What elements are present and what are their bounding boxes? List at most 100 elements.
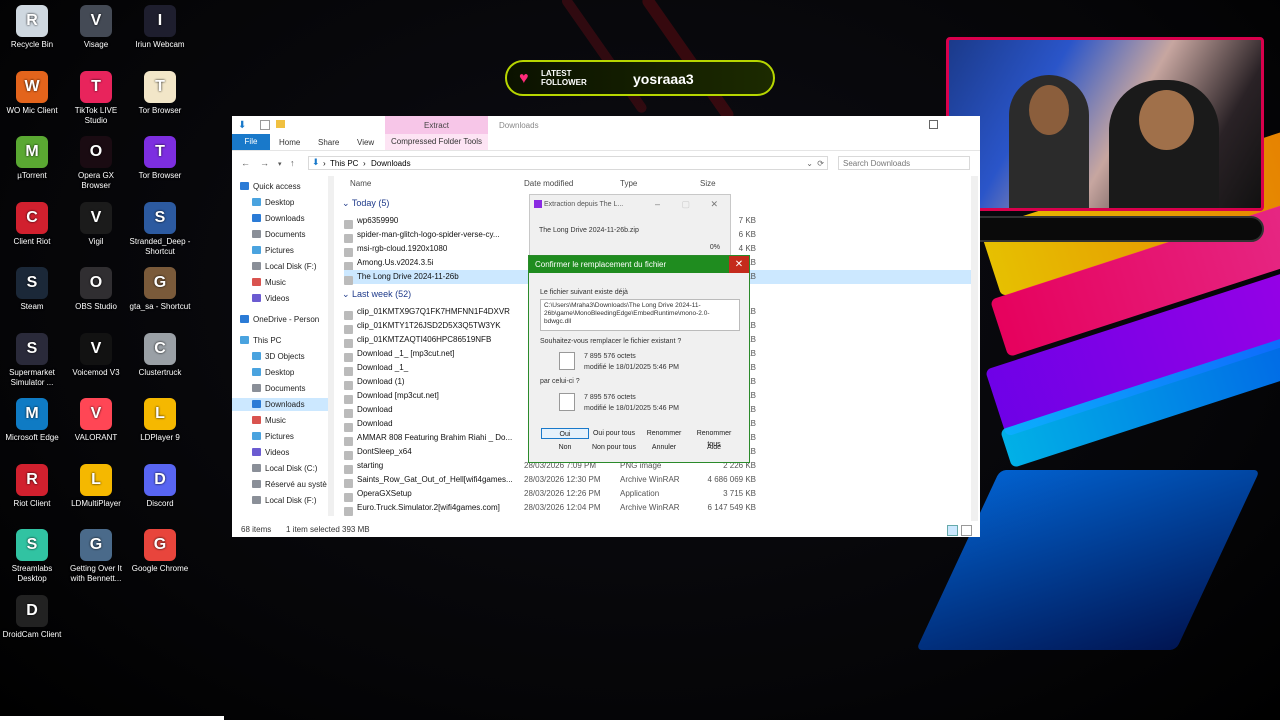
extraction-progress-dialog[interactable]: Extraction depuis The L... – ▢ ✕ The Lon… (529, 194, 731, 264)
ldplayer-icon: L (144, 398, 176, 430)
title-bar[interactable]: ⬇ Extract Downloads (232, 116, 980, 134)
desktop-icon-obs[interactable]: O OBS Studio (64, 267, 128, 312)
yes-button[interactable]: Oui (541, 428, 589, 439)
maximize-icon[interactable]: ▢ (681, 199, 690, 210)
nav-item-local-disk-f[interactable]: Local Disk (F:) (232, 494, 328, 507)
rename-all-button[interactable]: Renommer tous (690, 428, 738, 448)
up-arrow-icon[interactable]: ↑ (290, 158, 295, 168)
desktop-icon-vigil[interactable]: V Vigil (64, 201, 128, 247)
address-dropdown-icon[interactable]: ⌄ (806, 159, 813, 168)
nav-item-music[interactable]: Music (232, 414, 328, 427)
desktop-icon-discord[interactable]: D Discord (128, 463, 192, 509)
confirm-dialog-close-button[interactable]: ✕ (729, 256, 749, 273)
desktop-icon-ldplayer[interactable]: L LDPlayer 9 (128, 398, 192, 443)
desktop-icon-valorant[interactable]: V VALORANT (64, 398, 128, 443)
navigation-pane-scrollbar[interactable] (328, 176, 334, 516)
desktop-icon-tiktok[interactable]: T TikTok LIVE Studio (64, 70, 128, 126)
desktop-icon-tor[interactable]: T Tor Browser (128, 70, 192, 116)
nav-item-onedrive-person[interactable]: OneDrive - Person (232, 313, 328, 326)
large-icons-view-icon[interactable] (961, 525, 972, 536)
file-row[interactable]: OperaGXSetup 28/03/2026 12:26 PM Applicati… (344, 487, 974, 502)
nav-item-r-serv-au-syst[interactable]: Réservé au systè (232, 478, 328, 491)
back-arrow-icon[interactable]: ← (241, 158, 250, 168)
desktop-icon-opera-gx[interactable]: O Opera GX Browser (64, 136, 128, 191)
nav-item-documents[interactable]: Documents (232, 382, 328, 395)
nav-item-local-disk-c[interactable]: Local Disk (C:) (232, 462, 328, 475)
tab-file[interactable]: File (232, 134, 270, 150)
column-header-size[interactable]: Size (700, 179, 716, 188)
details-view-icon[interactable] (947, 525, 958, 536)
navigation-pane[interactable]: Quick access Desktop Downloads Documents Pic… (232, 180, 328, 520)
desktop-icon-recycle-bin[interactable]: R Recycle Bin (0, 5, 64, 50)
tab-share[interactable]: Share (318, 138, 339, 147)
no-button[interactable]: Non (541, 442, 589, 453)
desktop-icon-tor-purple[interactable]: T Tor Browser (128, 136, 192, 181)
new-folder-icon[interactable] (276, 120, 285, 128)
column-header-date[interactable]: Date modified (524, 179, 573, 188)
desktop-icon-supermarket[interactable]: S Supermarket Simulator ... (0, 332, 64, 388)
nav-item-documents[interactable]: Documents (232, 228, 328, 241)
group-header-today[interactable]: ⌄ Today (5) (342, 198, 389, 209)
desktop-icon-getting-over-it[interactable]: G Getting Over It with Bennett... (64, 529, 128, 584)
nav-item-pictures[interactable]: Pictures (232, 430, 328, 443)
recent-locations-chevron-icon[interactable]: ▾ (278, 160, 282, 168)
nav-item-videos[interactable]: Videos (232, 446, 328, 459)
breadcrumb-separator: › (323, 159, 326, 168)
group-header-last-week[interactable]: ⌄ Last week (52) (342, 289, 411, 300)
search-input[interactable]: Search Downloads (838, 156, 970, 170)
breadcrumb-this-pc[interactable]: This PC (330, 159, 358, 168)
nav-item-desktop[interactable]: Desktop (232, 196, 328, 209)
existing-file-path[interactable]: C:\Users\Mraha3\Downloads\The Long Drive… (540, 299, 740, 331)
nav-item-videos[interactable]: Videos (232, 292, 328, 305)
column-header-name[interactable]: Name (350, 179, 371, 188)
nav-item-this-pc[interactable]: This PC (232, 334, 328, 347)
forward-arrow-icon[interactable]: → (260, 158, 269, 168)
desktop-icon-steam[interactable]: S Steam (0, 267, 64, 312)
desktop-icon-voicemod[interactable]: V Voicemod V3 (64, 332, 128, 378)
desktop-icon-chrome[interactable]: G Google Chrome (128, 529, 192, 574)
tab-view[interactable]: View (357, 138, 374, 147)
desktop-icon-gta[interactable]: Ggta_sa - Shortcut (128, 267, 192, 312)
nav-item-pictures[interactable]: Pictures (232, 244, 328, 257)
close-icon[interactable]: ✕ (710, 199, 718, 210)
nav-item-music[interactable]: Music (232, 276, 328, 289)
desktop-icon-ldmultiplayer[interactable]: L LDMultiPlayer (64, 463, 128, 509)
nav-item-local-disk-f[interactable]: Local Disk (F:) (232, 260, 328, 273)
no-to-all-button[interactable]: Non pour tous (590, 442, 638, 453)
desktop-icon-webcam[interactable]: I Iriun Webcam (128, 5, 192, 50)
nav-item-3d-objects[interactable]: 3D Objects (232, 350, 328, 363)
desktop-icon-utorrent[interactable]: ΜµTorrent (0, 136, 64, 181)
file-list-scrollbar[interactable] (971, 176, 978, 521)
column-header-type[interactable]: Type (620, 179, 637, 188)
nav-item-quick-access[interactable]: Quick access (232, 180, 328, 193)
desktop-icon-mic[interactable]: W WO Mic Client (0, 70, 64, 116)
desktop-icon-visage[interactable]: V Visage (64, 5, 128, 50)
maximize-button[interactable] (929, 120, 938, 129)
cancel-button[interactable]: Annuler (640, 442, 688, 453)
desktop-icon-riot-client[interactable]: R Riot Client (0, 463, 64, 509)
desktop-icon-droidcam[interactable]: D DroidCam Client (0, 594, 64, 640)
tab-home[interactable]: Home (279, 138, 300, 147)
yes-to-all-button[interactable]: Oui pour tous (590, 428, 638, 439)
file-row[interactable]: Euro.Truck.Simulator.2[wifi4games.com] 28… (344, 501, 974, 516)
quick-access-toolbar-icon[interactable]: ⬇ (238, 120, 246, 131)
rename-button[interactable]: Renommer (640, 428, 688, 439)
extract-context-tab[interactable]: Extract (385, 116, 488, 134)
refresh-icon[interactable]: ⟳ (817, 159, 824, 168)
desktop-icon-clustertruck[interactable]: C Clustertruck (128, 332, 192, 378)
nav-item-desktop[interactable]: Desktop (232, 366, 328, 379)
desktop-icon-streamlabs[interactable]: S Streamlabs Desktop (0, 529, 64, 584)
breadcrumb-downloads[interactable]: Downloads (371, 159, 411, 168)
properties-icon[interactable] (260, 120, 270, 130)
desktop-icon-riot[interactable]: C Client Riot (0, 201, 64, 247)
desktop-icon-stranded-deep[interactable]: S Stranded_Deep - Shortcut (128, 201, 192, 257)
nav-item-downloads[interactable]: Downloads (232, 398, 328, 411)
desktop-icon-edge[interactable]: M Microsoft Edge (0, 398, 64, 443)
address-bar[interactable]: ⬇ › This PC › Downloads ⌄ ⟳ (308, 156, 828, 170)
minimize-icon[interactable]: – (655, 199, 660, 209)
tab-compressed-folder-tools[interactable]: Compressed Folder Tools (385, 134, 488, 150)
help-button[interactable]: Aide (690, 442, 738, 453)
nav-item-downloads[interactable]: Downloads (232, 212, 328, 225)
file-row[interactable]: Saints_Row_Gat_Out_of_Hell[wifi4games...… (344, 473, 974, 488)
confirm-replace-dialog[interactable]: Confirmer le remplacement du fichier ✕ L… (528, 255, 750, 463)
